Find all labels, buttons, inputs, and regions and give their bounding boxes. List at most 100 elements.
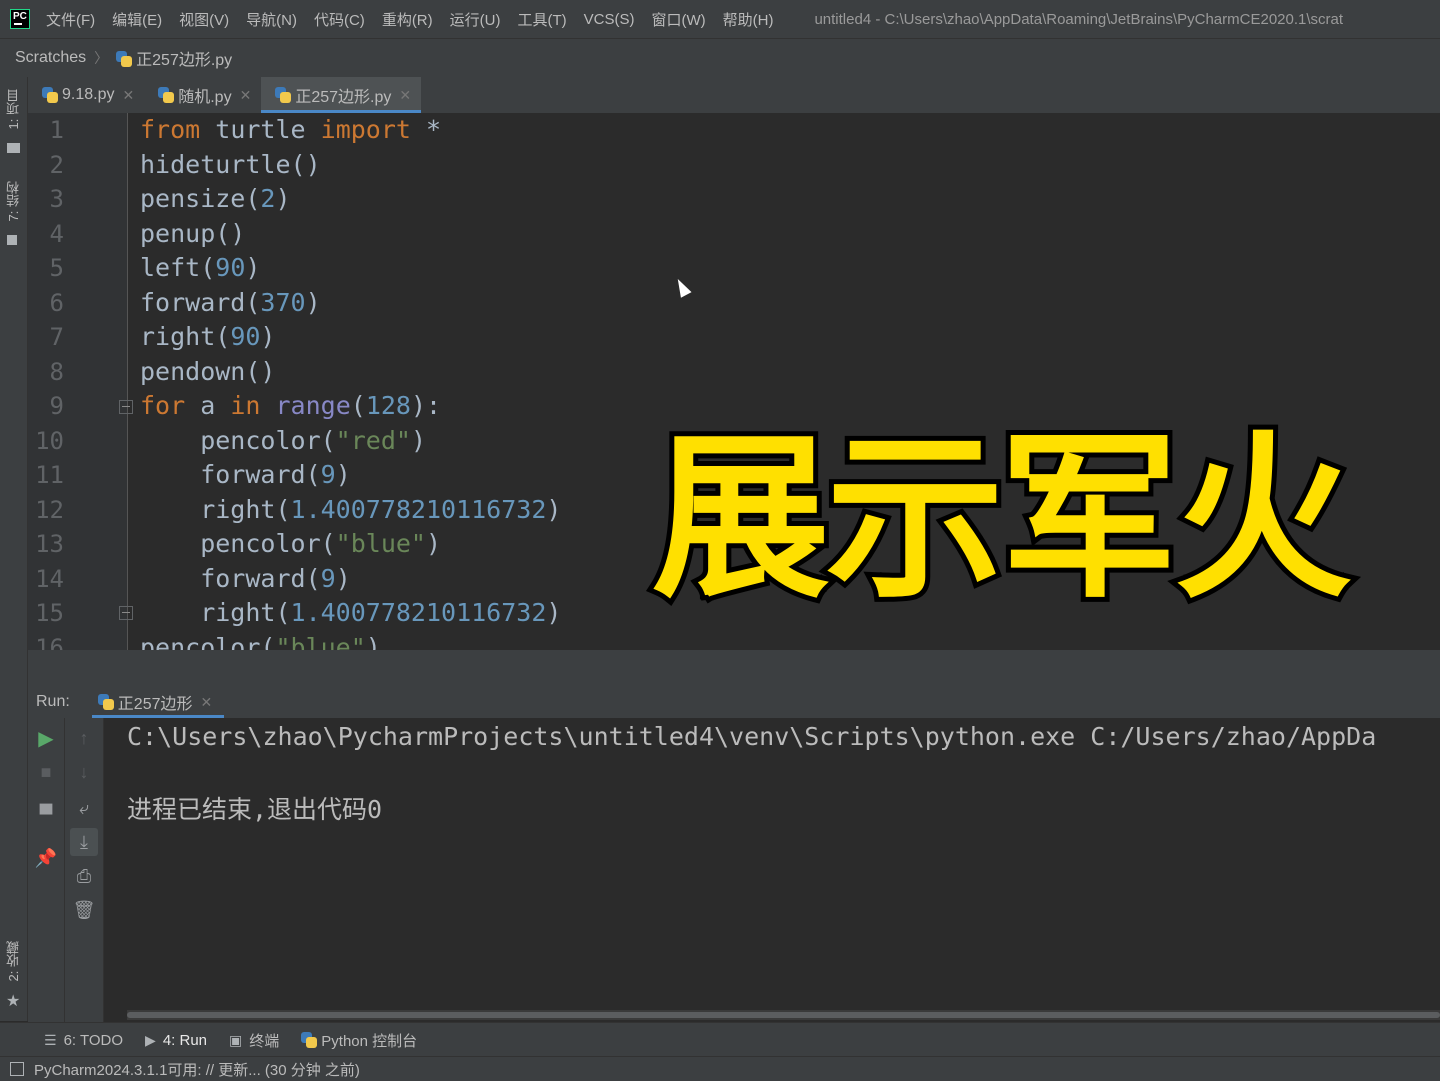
python-file-icon <box>42 87 58 103</box>
code-token: ) <box>335 460 351 489</box>
code-token: pensize( <box>140 184 261 213</box>
menu-vcs[interactable]: VCS(S) <box>584 11 635 28</box>
favorites-tool-tab[interactable]: 2: 收藏 <box>4 941 23 981</box>
trash-icon[interactable]: 🗑 <box>70 896 98 924</box>
code-token: 90 <box>230 322 261 351</box>
run-console[interactable]: C:\Users\zhao\PycharmProjects\untitled4\… <box>104 718 1440 1010</box>
code-token: a <box>185 391 231 420</box>
fold-marker-icon[interactable] <box>119 400 133 414</box>
close-icon[interactable]: ✕ <box>240 87 252 104</box>
scroll-to-end-icon[interactable]: ⤓ <box>70 828 98 856</box>
toolwindow-python-console[interactable]: Python 控制台 <box>301 1030 417 1051</box>
code-token: * <box>410 115 442 144</box>
code-line: pendown() <box>140 355 275 390</box>
code-line: from turtle import * <box>140 113 441 148</box>
code-token: 9 <box>320 460 336 489</box>
folder-icon[interactable] <box>7 143 20 153</box>
code-token: pencolor( <box>140 529 336 558</box>
status-bar: PyCharm2024.3.1.1可用: // 更新... (30 分钟 之前) <box>0 1056 1440 1081</box>
run-toolbar-primary: ▶ ■ ▀ 📌 <box>28 718 65 1022</box>
status-message[interactable]: PyCharm2024.3.1.1可用: // 更新... (30 分钟 之前) <box>34 1059 360 1080</box>
python-file-icon <box>275 87 292 103</box>
tab-9-18-py[interactable]: 9.18.py ✕ <box>28 77 144 113</box>
line-number: 7 <box>49 323 64 351</box>
line-number: 10 <box>35 426 64 455</box>
tab-random-py[interactable]: 随机.py ✕ <box>144 77 261 113</box>
code-line: penup() <box>140 217 245 252</box>
code-token: 128 <box>365 391 411 420</box>
gutter-divider <box>127 113 128 650</box>
close-icon[interactable]: ✕ <box>201 694 213 711</box>
code-token: hideturtle() <box>140 149 321 179</box>
toolwindow-label: Python 控制台 <box>321 1032 418 1050</box>
code-token: from <box>140 115 201 144</box>
code-line: pensize(2) <box>140 182 291 217</box>
code-token: forward( <box>140 287 261 317</box>
breadcrumb-file-label: 正257边形.py <box>136 52 233 69</box>
project-tool-tab[interactable]: 1: 项目 <box>4 89 23 129</box>
run-icon: ▶ <box>145 1031 156 1048</box>
close-icon[interactable]: ✕ <box>122 87 134 104</box>
panel-splitter[interactable] <box>28 650 1440 686</box>
code-line: right(90) <box>140 320 275 355</box>
close-icon[interactable]: ✕ <box>399 87 411 104</box>
window-toggle-icon[interactable] <box>10 1062 24 1076</box>
toolwindow-terminal[interactable]: ▣ 终端 <box>229 1030 279 1051</box>
structure-tool-tab[interactable]: 7: 结构 <box>4 181 23 221</box>
code-token: pencolor( <box>140 632 276 651</box>
fold-marker-icon[interactable] <box>119 606 133 620</box>
toolwindow-label: 终端 <box>249 1032 280 1050</box>
run-panel-label: Run: <box>36 693 70 710</box>
code-token: import <box>320 115 411 144</box>
code-token: right( <box>140 598 291 627</box>
code-token: right( <box>140 494 291 524</box>
terminal-icon: ▣ <box>229 1031 243 1048</box>
breadcrumb-scratches[interactable]: Scratches <box>15 49 86 67</box>
pin-icon[interactable]: 📌 <box>32 844 60 872</box>
code-token: ) <box>245 253 261 282</box>
menu-file[interactable]: 文件(F) <box>46 9 95 30</box>
console-exit-message: 进程已结束,退出代码0 <box>127 795 383 824</box>
console-command-line: C:\Users\zhao\PycharmProjects\untitled4\… <box>127 722 1377 751</box>
menu-refactor[interactable]: 重构(R) <box>382 9 433 30</box>
menu-navigate[interactable]: 导航(N) <box>246 9 297 30</box>
code-line: right(1.400778210116732) <box>140 493 561 528</box>
code-token: ) <box>546 494 562 524</box>
menu-help[interactable]: 帮助(H) <box>723 9 774 30</box>
code-token: 2 <box>260 184 276 213</box>
stop-icon[interactable]: ■ <box>32 758 60 786</box>
code-line: pencolor("blue") <box>140 527 441 562</box>
soft-wrap-icon[interactable]: ⤶ <box>70 794 98 822</box>
toolwindow-todo[interactable]: ☰ 6: TODO <box>44 1032 123 1049</box>
structure-icon[interactable] <box>7 235 17 245</box>
menu-code[interactable]: 代码(C) <box>314 9 365 30</box>
run-tab[interactable]: 正257边形 ✕ <box>91 686 225 718</box>
toolwindow-run[interactable]: ▶ 4: Run <box>145 1032 207 1049</box>
console-horizontal-scrollbar[interactable] <box>127 1010 1440 1020</box>
layout-icon[interactable]: ▀ <box>32 800 60 828</box>
tab-label: 9.18.py <box>62 86 115 103</box>
menu-view[interactable]: 视图(V) <box>179 9 229 30</box>
code-line: forward(9) <box>140 562 351 597</box>
scrollbar-thumb[interactable] <box>127 1012 1440 1018</box>
menu-edit[interactable]: 编辑(E) <box>112 9 162 30</box>
code-token: right( <box>140 322 231 351</box>
print-icon[interactable]: ⎙ <box>70 862 98 890</box>
overlay-caption: 展示军火 <box>647 415 1357 622</box>
breadcrumb-file[interactable]: 正257边形.py <box>116 46 232 70</box>
line-number: 8 <box>49 357 64 386</box>
code-token: left( <box>140 253 216 282</box>
run-tab-label: 正257边形 <box>117 696 193 713</box>
code-token: ) <box>305 287 321 317</box>
menu-window[interactable]: 窗口(W) <box>651 9 705 30</box>
star-icon[interactable]: ★ <box>6 991 20 1011</box>
menu-tools[interactable]: 工具(T) <box>517 9 566 30</box>
down-arrow-icon[interactable]: ↓ <box>70 758 98 786</box>
tab-257-polygon-py[interactable]: 正257边形.py ✕ <box>261 77 422 113</box>
tab-label: 正257边形.py <box>295 89 392 106</box>
rerun-icon[interactable]: ▶ <box>32 724 60 752</box>
up-arrow-icon[interactable]: ↑ <box>70 724 98 752</box>
code-token: "blue" <box>275 632 366 651</box>
code-line: pencolor("red") <box>140 424 426 459</box>
menu-run[interactable]: 运行(U) <box>450 9 501 30</box>
